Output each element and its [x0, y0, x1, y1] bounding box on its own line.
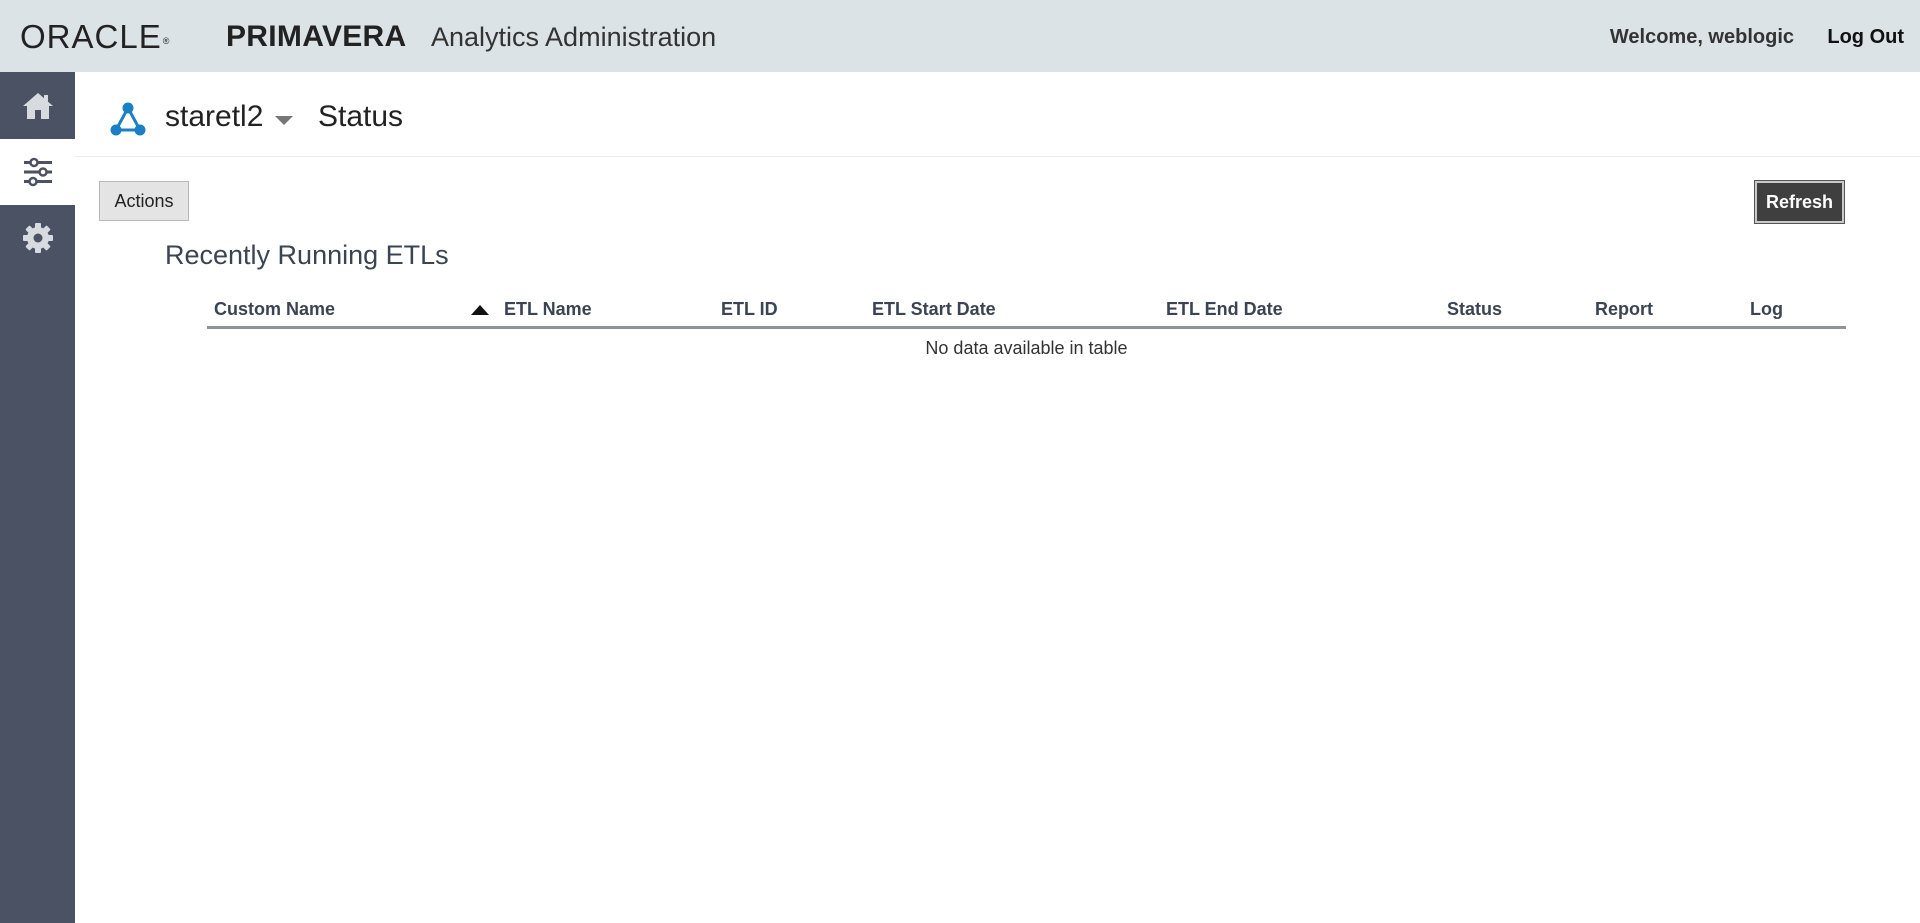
oracle-logo: ORACLE®: [20, 18, 170, 56]
network-icon: [110, 102, 146, 136]
page-title: Status: [318, 100, 404, 133]
project-selector[interactable]: staretl2: [165, 100, 263, 134]
registered-mark: ®: [162, 36, 171, 46]
gear-icon: [22, 223, 53, 253]
sidebar-nav: [0, 72, 75, 923]
sidebar-item-home[interactable]: [0, 73, 75, 139]
column-header-custom-name[interactable]: Custom Name: [214, 298, 335, 320]
column-header-etl-start-date[interactable]: ETL Start Date: [872, 298, 996, 320]
sidebar-item-configuration[interactable]: [0, 139, 75, 205]
etl-table: Custom Name ETL Name ETL ID ETL Start Da…: [207, 292, 1846, 367]
sort-ascending-icon[interactable]: [471, 305, 489, 315]
chevron-down-icon[interactable]: [275, 116, 293, 125]
app-title: Analytics Administration: [431, 22, 717, 52]
column-header-report[interactable]: Report: [1595, 298, 1653, 320]
column-header-etl-end-date[interactable]: ETL End Date: [1166, 298, 1283, 320]
column-header-status[interactable]: Status: [1447, 298, 1502, 320]
actions-button[interactable]: Actions: [99, 181, 189, 221]
column-header-etl-id[interactable]: ETL ID: [721, 298, 778, 320]
column-header-etl-name[interactable]: ETL Name: [504, 298, 592, 320]
sliders-icon: [23, 157, 52, 187]
column-header-log[interactable]: Log: [1750, 298, 1783, 320]
app-header: ORACLE® PRIMAVERA Analytics Administrati…: [0, 0, 1920, 72]
logout-link[interactable]: Log Out: [1827, 25, 1904, 49]
table-header-row: Custom Name ETL Name ETL ID ETL Start Da…: [207, 292, 1846, 329]
sidebar-item-settings[interactable]: [0, 205, 75, 271]
home-icon: [22, 93, 53, 119]
refresh-button[interactable]: Refresh: [1754, 180, 1845, 224]
oracle-logo-text: ORACLE: [20, 18, 162, 55]
page-heading: staretl2 Status: [75, 72, 1920, 157]
section-title: Recently Running ETLs: [165, 240, 449, 270]
welcome-text: Welcome, weblogic: [1609, 26, 1794, 48]
primavera-logo: PRIMAVERA: [226, 20, 407, 53]
table-empty-message: No data available in table: [925, 338, 1128, 358]
